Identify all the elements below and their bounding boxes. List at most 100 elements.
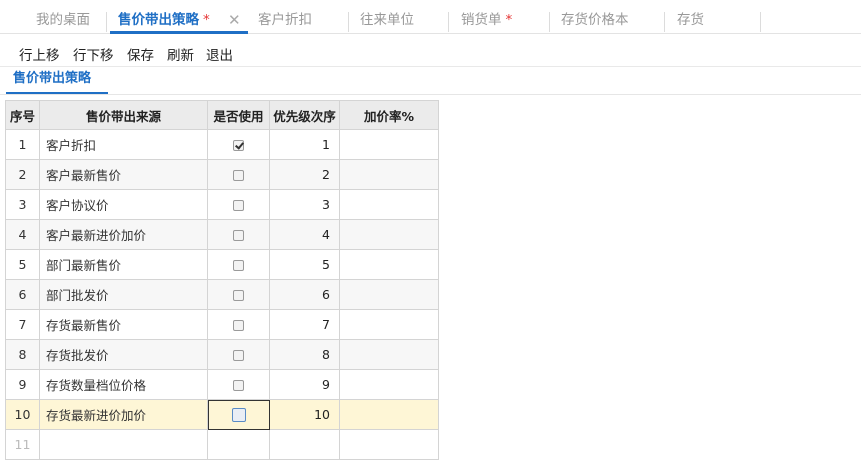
- markup-rate-cell[interactable]: [339, 309, 439, 340]
- use-checkbox-cell[interactable]: [207, 249, 270, 280]
- tab-customer-discount[interactable]: 客户折扣: [258, 0, 312, 34]
- tab-price-book[interactable]: 存货价格本: [561, 0, 629, 34]
- priority-cell[interactable]: 8: [269, 339, 340, 370]
- move-row-down-button[interactable]: 行下移: [73, 44, 114, 64]
- tab-label: 存货价格本: [561, 12, 629, 28]
- price-source-cell[interactable]: 客户协议价: [39, 189, 208, 220]
- save-button[interactable]: 保存: [127, 44, 154, 64]
- use-checkbox[interactable]: [233, 170, 244, 181]
- column-header-no: 序号: [5, 100, 40, 130]
- tab-separator: [760, 12, 761, 32]
- row-number: 1: [5, 129, 40, 160]
- tab-separator: [664, 12, 665, 32]
- markup-rate-cell[interactable]: [339, 339, 439, 370]
- price-source-cell[interactable]: 存货批发价: [39, 339, 208, 370]
- table-row[interactable]: 3 客户协议价 3: [5, 189, 439, 220]
- tab-price-strategy[interactable]: 售价带出策略 * ✕: [110, 0, 248, 34]
- tab-partners[interactable]: 往来单位: [360, 0, 414, 34]
- price-source-cell[interactable]: 部门批发价: [39, 279, 208, 310]
- price-source-cell[interactable]: 客户最新售价: [39, 159, 208, 190]
- use-checkbox-cell[interactable]: [207, 339, 270, 370]
- price-source-cell[interactable]: 存货最新售价: [39, 309, 208, 340]
- use-checkbox[interactable]: [233, 290, 244, 301]
- use-checkbox-cell[interactable]: [207, 189, 270, 220]
- priority-cell[interactable]: 3: [269, 189, 340, 220]
- use-checkbox-cell[interactable]: [207, 129, 270, 160]
- table-row[interactable]: 8 存货批发价 8: [5, 339, 439, 370]
- priority-cell[interactable]: 7: [269, 309, 340, 340]
- empty-cell[interactable]: [269, 429, 340, 460]
- table-row[interactable]: 9 存货数量档位价格 9: [5, 369, 439, 400]
- use-checkbox[interactable]: [233, 320, 244, 331]
- priority-cell[interactable]: 6: [269, 279, 340, 310]
- use-checkbox-cell[interactable]: [207, 309, 270, 340]
- strategy-grid: 序号 售价带出来源 是否使用 优先级次序 加价率% 1 客户折扣 1 2 客户最新售价 2…: [5, 100, 439, 460]
- markup-rate-cell[interactable]: [339, 189, 439, 220]
- price-source-cell[interactable]: 客户折扣: [39, 129, 208, 160]
- priority-cell[interactable]: 10: [269, 399, 340, 430]
- refresh-button[interactable]: 刷新: [167, 44, 194, 64]
- use-checkbox[interactable]: [233, 350, 244, 361]
- priority-cell[interactable]: 9: [269, 369, 340, 400]
- price-source-cell[interactable]: 存货数量档位价格: [39, 369, 208, 400]
- tab-label: 售价带出策略: [118, 12, 199, 28]
- empty-cell[interactable]: [39, 429, 208, 460]
- empty-row[interactable]: 11: [5, 429, 439, 460]
- markup-rate-cell[interactable]: [339, 159, 439, 190]
- price-source-cell[interactable]: 存货最新进价加价: [39, 399, 208, 430]
- priority-cell[interactable]: 4: [269, 219, 340, 250]
- markup-rate-cell[interactable]: [339, 219, 439, 250]
- table-row[interactable]: 10 存货最新进价加价 10: [5, 399, 439, 430]
- use-checkbox-cell[interactable]: [207, 279, 270, 310]
- use-checkbox-cell[interactable]: [207, 159, 270, 190]
- table-row[interactable]: 5 部门最新售价 5: [5, 249, 439, 280]
- table-row[interactable]: 7 存货最新售价 7: [5, 309, 439, 340]
- price-source-cell[interactable]: 客户最新进价加价: [39, 219, 208, 250]
- table-row[interactable]: 4 客户最新进价加价 4: [5, 219, 439, 250]
- tab-separator: [106, 12, 107, 32]
- tab-label: 往来单位: [360, 12, 414, 28]
- tab-separator: [448, 12, 449, 32]
- use-checkbox[interactable]: [233, 140, 244, 151]
- use-checkbox-cell[interactable]: [207, 219, 270, 250]
- price-source-cell[interactable]: 部门最新售价: [39, 249, 208, 280]
- markup-rate-cell[interactable]: [339, 369, 439, 400]
- tab-my-desktop[interactable]: 我的桌面: [36, 0, 90, 34]
- move-row-up-button[interactable]: 行上移: [19, 44, 60, 64]
- column-header-used: 是否使用: [207, 100, 270, 130]
- use-checkbox-cell[interactable]: [207, 369, 270, 400]
- priority-cell[interactable]: 2: [269, 159, 340, 190]
- markup-rate-cell[interactable]: [339, 129, 439, 160]
- markup-rate-cell[interactable]: [339, 249, 439, 280]
- tab-sales-order[interactable]: 销货单 *: [461, 0, 512, 34]
- use-checkbox[interactable]: [231, 408, 246, 423]
- table-row[interactable]: 6 部门批发价 6: [5, 279, 439, 310]
- row-number: 6: [5, 279, 40, 310]
- priority-cell[interactable]: 1: [269, 129, 340, 160]
- column-header-priority: 优先级次序: [269, 100, 340, 130]
- use-checkbox-cell[interactable]: [207, 399, 270, 430]
- use-checkbox[interactable]: [233, 230, 244, 241]
- modified-star: *: [505, 12, 513, 28]
- row-number: 4: [5, 219, 40, 250]
- toolbar: 行上移 行下移 保存 刷新 退出: [0, 35, 861, 67]
- markup-rate-cell[interactable]: [339, 399, 439, 430]
- close-icon[interactable]: ✕: [228, 0, 241, 40]
- table-row[interactable]: 1 客户折扣 1: [5, 129, 439, 160]
- tab-separator: [348, 12, 349, 32]
- empty-cell[interactable]: [207, 429, 270, 460]
- subtab-price-strategy[interactable]: 售价带出策略: [6, 71, 108, 95]
- tab-label: 客户折扣: [258, 12, 312, 28]
- priority-cell[interactable]: 5: [269, 249, 340, 280]
- use-checkbox[interactable]: [233, 380, 244, 391]
- tab-separator: [549, 12, 550, 32]
- use-checkbox[interactable]: [233, 200, 244, 211]
- column-header-source: 售价带出来源: [39, 100, 208, 130]
- tab-inventory[interactable]: 存货: [677, 0, 704, 34]
- exit-button[interactable]: 退出: [206, 44, 233, 64]
- empty-cell[interactable]: [339, 429, 439, 460]
- table-row[interactable]: 2 客户最新售价 2: [5, 159, 439, 190]
- grid-body: 1 客户折扣 1 2 客户最新售价 2 3 客户协议价 3 4 客户最新进价加价 4 5 部门最新售价 5 6…: [5, 129, 439, 460]
- markup-rate-cell[interactable]: [339, 279, 439, 310]
- use-checkbox[interactable]: [233, 260, 244, 271]
